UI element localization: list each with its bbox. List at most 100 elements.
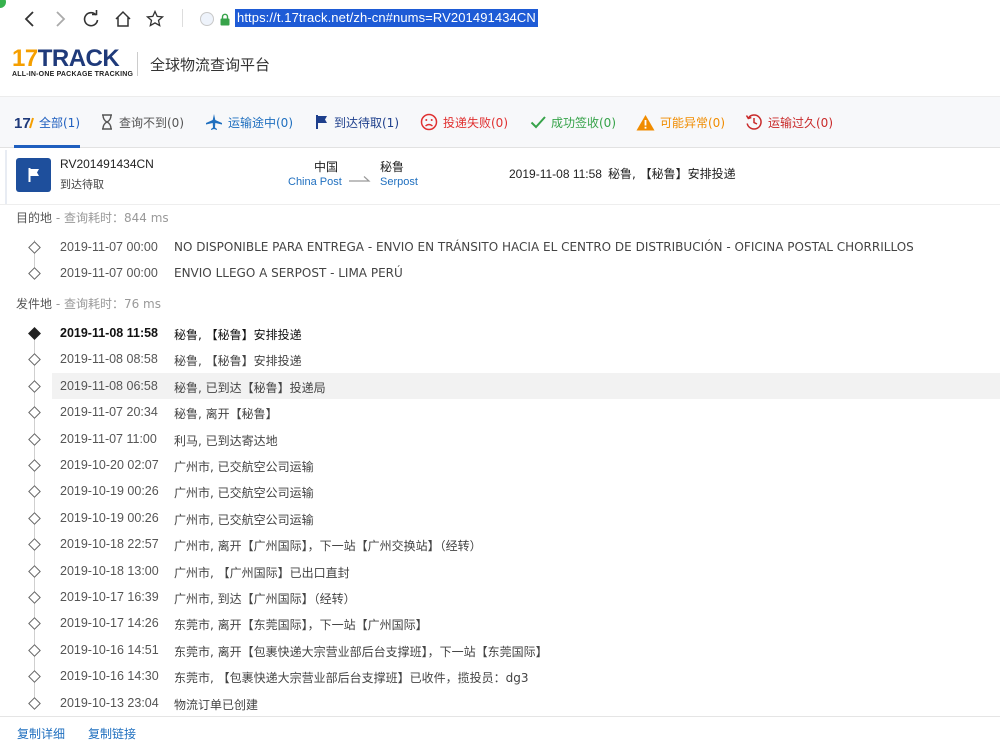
timeline-diamond-icon	[28, 643, 41, 657]
event-time: 2019-11-07 00:00	[60, 240, 158, 254]
timeline-event-row: 2019-11-08 06:58 秘鲁, 已到达【秘鲁】投递局	[0, 372, 1000, 399]
17track-logo[interactable]: 17TRACK ALL-IN-ONE PACKAGE TRACKING	[12, 45, 133, 86]
event-description: 秘鲁, 离开【秘鲁】	[174, 407, 278, 422]
timeline-event-row: 2019-10-17 14:26 东莞市, 离开【东莞国际】，下一站【广州国际】	[0, 610, 1000, 636]
timeline-event-row: 2019-11-07 00:00 ENVIO LLEGO A SERPOST - …	[0, 260, 1000, 286]
event-description: 广州市, 离开【广州国际】，下一站【广州交换站】（经转）	[174, 539, 482, 554]
tab-delivered[interactable]: 成功签收(0)	[530, 97, 616, 147]
reload-button[interactable]	[81, 9, 101, 29]
event-description: 广州市, 已交航空公司运输	[174, 460, 314, 474]
timeline-diamond-icon	[28, 538, 41, 552]
tab-pickup[interactable]: 到达待取(1)	[315, 97, 399, 147]
timeline-diamond-icon	[28, 564, 41, 578]
event-description: 秘鲁, 已到达【秘鲁】投递局	[174, 380, 326, 395]
timeline-diamond-icon	[28, 379, 41, 393]
summary-accent-bar	[5, 150, 7, 204]
home-button[interactable]	[113, 9, 133, 29]
event-time: 2019-10-20 02:07	[60, 458, 159, 472]
tab-not-found-label: 查询不到(0)	[119, 115, 184, 130]
site-title: 全球物流查询平台	[150, 56, 271, 74]
tab-expired[interactable]: 运输过久(0)	[745, 97, 833, 147]
timeline-event-row: 2019-11-08 11:58 秘鲁, 【秘鲁】安排投递	[0, 320, 1000, 346]
section-query-time: - 查询耗时：844 ms	[52, 211, 169, 225]
back-button[interactable]	[20, 9, 40, 29]
site-header: 17TRACK ALL-IN-ONE PACKAGE TRACKING 全球物流…	[0, 36, 1000, 94]
timeline-diamond-icon	[28, 267, 41, 281]
tab-not-found[interactable]: 查询不到(0)	[100, 97, 184, 147]
flag-icon	[315, 114, 329, 130]
tab-expired-label: 运输过久(0)	[768, 115, 833, 130]
shipment-summary-row[interactable]: RV201491434CN 到达待取 中国 China Post 秘鲁 Serp…	[0, 148, 1000, 205]
event-description: NO DISPONIBLE PARA ENTREGA - ENVIO EN TR…	[174, 240, 914, 254]
tab-delivery-failed-label: 投递失败(0)	[443, 115, 508, 130]
flag-icon	[28, 168, 39, 182]
timeline-diamond-icon	[28, 485, 41, 499]
timeline-event-row: 2019-10-16 14:51 东莞市, 离开【包裹快递大宗营业部后台支撑班】，…	[0, 637, 1000, 663]
event-description: 东莞市, 离开【包裹快递大宗营业部后台支撑班】，下一站【东莞国际】	[174, 644, 548, 659]
clock-history-icon	[745, 113, 763, 131]
latest-event-desc: 秘鲁, 【秘鲁】安排投递	[607, 167, 736, 181]
timeline-event-row: 2019-10-18 13:00 广州市, 【广州国际】已出口直封	[0, 558, 1000, 584]
checkmark-icon	[530, 115, 546, 129]
timeline-event-row: 2019-11-07 00:00 NO DISPONIBLE PARA ENTRE…	[0, 234, 1000, 260]
timeline-event-row: 2019-10-19 00:26 广州市, 已交航空公司运输	[0, 505, 1000, 531]
browser-toolbar: https://t.17track.net/zh-cn#nums=RV20149…	[0, 0, 1000, 37]
event-description: 秘鲁, 【秘鲁】安排投递	[174, 354, 302, 369]
destination-carrier-link[interactable]: Serpost	[380, 176, 418, 188]
tab-in-transit[interactable]: 运输途中(0)	[205, 97, 293, 147]
warning-icon	[636, 114, 655, 131]
event-time: 2019-10-19 00:26	[60, 484, 159, 499]
toolbar-divider	[182, 9, 183, 27]
destination-section-header: 目的地 - 查询耗时：844 ms	[16, 209, 169, 226]
timeline-event-row: 2019-10-20 02:07 广州市, 已交航空公司运输	[0, 452, 1000, 478]
tab-all-label: 全部(1)	[39, 115, 80, 130]
timeline-diamond-icon	[28, 459, 41, 472]
origin-carrier-link[interactable]: China Post	[288, 176, 342, 188]
tab-all[interactable]: 17 全部(1)	[14, 97, 80, 148]
event-time: 2019-10-16 14:30	[60, 669, 159, 684]
tab-in-transit-label: 运输途中(0)	[228, 115, 293, 130]
event-description: 广州市, 到达【广州国际】（经转）	[174, 592, 356, 606]
event-time: 2019-11-08 08:58	[60, 352, 158, 367]
site-info-icon[interactable]	[200, 12, 214, 26]
sad-face-icon	[420, 113, 438, 131]
status-dot-icon	[0, 0, 6, 8]
event-description: 物流订单已创建	[174, 697, 259, 712]
tab-delivery-failed[interactable]: 投递失败(0)	[420, 97, 508, 147]
section-query-time: - 查询耗时：76 ms	[52, 297, 162, 311]
event-description: 广州市, 已交航空公司运输	[174, 512, 314, 527]
address-bar-url[interactable]: https://t.17track.net/zh-cn#nums=RV20149…	[235, 9, 538, 27]
timeline-diamond-icon	[28, 617, 41, 631]
latest-event: 2019-11-08 11:58 秘鲁, 【秘鲁】安排投递	[509, 165, 736, 182]
svg-text:17: 17	[14, 115, 31, 130]
event-time: 2019-10-18 13:00	[60, 563, 159, 578]
event-time: 2019-11-07 20:34	[60, 405, 158, 420]
route-arrow-icon	[349, 168, 371, 187]
logo-wordmark: 17TRACK	[12, 45, 120, 72]
event-description: 广州市, 已交航空公司运输	[174, 486, 314, 501]
event-time: 2019-10-16 14:51	[60, 642, 159, 657]
tab-delivered-label: 成功签收(0)	[551, 115, 616, 130]
back-arrow-icon	[24, 11, 34, 27]
result-footer: 复制详细 复制链接	[0, 716, 1000, 741]
forward-button[interactable]	[50, 9, 70, 29]
section-title: 发件地	[16, 297, 53, 311]
copy-link-link[interactable]: 复制链接	[88, 725, 136, 742]
timeline-event-row: 2019-10-19 00:26 广州市, 已交航空公司运输	[0, 478, 1000, 504]
tracking-number[interactable]: RV201491434CN	[60, 157, 154, 171]
bookmark-button[interactable]	[145, 9, 165, 29]
17track-mark-icon: 17	[14, 114, 34, 130]
logo-tagline: ALL-IN-ONE PACKAGE TRACKING	[12, 71, 134, 78]
copy-details-link[interactable]: 复制详细	[17, 725, 65, 742]
plane-icon	[205, 113, 223, 131]
status-filter-tabs: 17 全部(1) 查询不到(0) 运输途中(0) 到达待取(1) 投递失败(0)…	[0, 96, 1000, 148]
logo-word: TRACK	[37, 45, 120, 72]
event-description: 利马, 已到达寄达地	[174, 433, 278, 448]
event-time: 2019-11-08 11:58	[60, 326, 159, 340]
event-time: 2019-10-19 00:26	[60, 510, 159, 525]
timeline-diamond-icon	[28, 511, 41, 525]
home-icon	[115, 10, 131, 27]
tab-alert[interactable]: 可能异常(0)	[636, 97, 725, 147]
timeline-diamond-icon	[28, 696, 41, 710]
timeline-event-row: 2019-10-16 14:30 东莞市, 【包裹快递大宗营业部后台支撑班】已收件…	[0, 663, 1000, 689]
